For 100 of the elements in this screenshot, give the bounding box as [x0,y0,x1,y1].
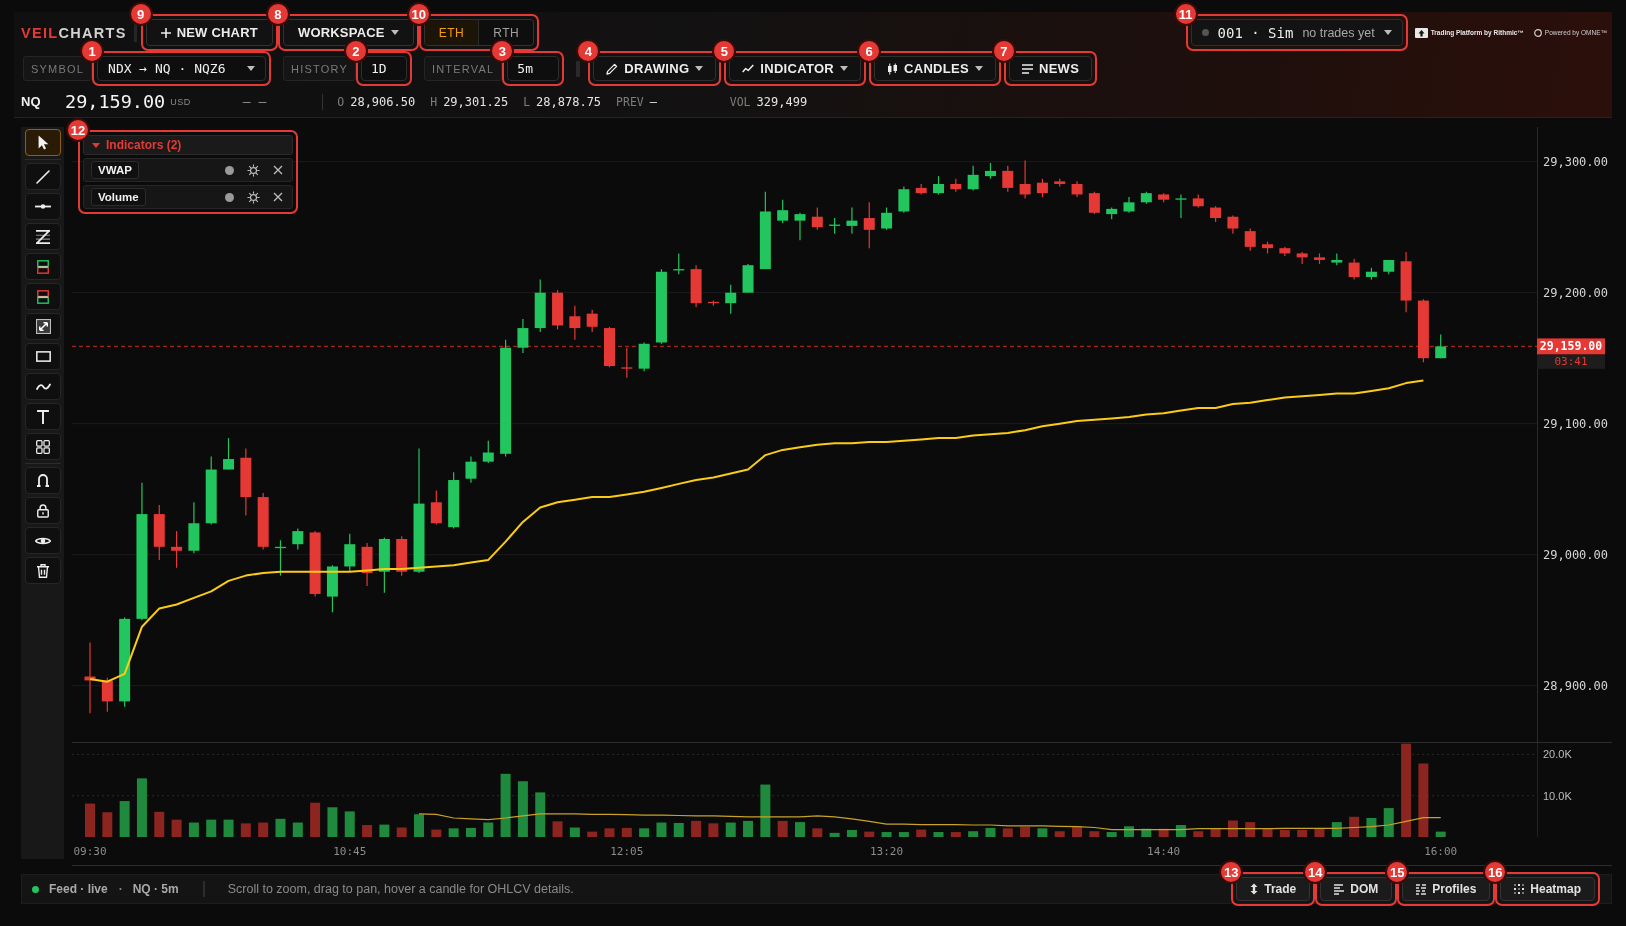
indicators-toggle[interactable]: Indicators (2) [83,135,293,155]
dot-icon[interactable] [225,192,234,202]
candlestick [967,165,979,192]
channel-icon [36,229,50,244]
volume-bar [916,829,927,837]
candlestick [517,318,529,354]
stat-label: L [523,94,531,109]
time-axis-label: 16:00 [1424,844,1458,858]
volume-bar [1210,828,1221,837]
separator-dot: · [118,882,123,896]
volume-bar [1349,816,1360,837]
volume-bar [517,781,528,837]
symbol-dropdown[interactable]: NDX → NQ · NQZ6 [97,56,267,81]
volume-bar [431,829,442,837]
time-axis-label: 12:05 [610,844,644,858]
panel-toggle-button[interactable]: Profiles [1402,877,1491,901]
time-axis-label: 13:20 [870,844,904,858]
panel-toggle-button[interactable]: Trade [1236,877,1311,901]
account-selector[interactable]: 001 · Sim no trades yet [1190,19,1403,46]
candlestick [1348,258,1360,281]
instrument-label: NQ · 5m [132,882,179,896]
panel-toggle-button[interactable]: DOM [1320,877,1393,901]
last-price: 29,159.00 [65,91,166,112]
stat-label: H [430,94,438,109]
tool-button[interactable] [25,403,61,430]
tool-button[interactable] [25,163,61,190]
magnet-icon [37,474,49,487]
history-field[interactable]: 1D [360,56,407,81]
workspace-button[interactable]: WORKSPACE [282,19,414,46]
bars-icon [1334,883,1345,895]
tool-button[interactable] [25,467,61,494]
tool-button[interactable] [25,557,61,584]
close-icon[interactable] [273,165,283,175]
price-axis-label: 29,300.00 [1543,154,1609,169]
menu-button[interactable]: CANDLES [874,56,996,81]
menu-button[interactable]: INDICATOR [729,56,861,81]
indicator-label: VWAP [91,161,139,179]
callout-badge: 10 [406,2,431,26]
menu-button[interactable]: DRAWING [593,56,717,81]
tool-button[interactable] [25,497,61,524]
tool-button[interactable] [25,343,61,370]
candlestick [1088,191,1100,215]
candlestick [586,309,598,333]
tool-button[interactable] [25,283,61,310]
volume-bar [206,819,217,837]
tool-button[interactable] [25,193,61,220]
candlestick [1036,178,1048,198]
volume-bar [1193,831,1204,837]
time-axis-label: 10:45 [333,844,367,858]
volume-bar [396,827,407,837]
tool-button[interactable] [25,129,61,156]
volume-bar [673,822,684,837]
menu-button[interactable]: NEWS [1008,56,1093,81]
tool-button[interactable] [25,527,61,554]
volume-bar [414,814,424,837]
field-label: SYMBOL [23,56,93,81]
candlestick [569,305,581,341]
tool-button[interactable] [25,253,61,280]
volume-bar [1331,822,1342,837]
field-label: HISTORY [283,56,356,81]
candlestick [777,199,789,224]
session-option[interactable]: ETH [424,20,479,45]
volume-bar [1002,828,1013,837]
volume-bar [292,822,303,837]
volume-bar [1141,828,1152,837]
new-chart-button[interactable]: NEW CHART [145,19,273,46]
candlestick [811,206,823,231]
interval-field[interactable]: 5m [507,56,560,81]
volume-bar [344,811,355,837]
tool-button[interactable] [25,433,61,460]
volume-bar [379,824,390,837]
candlestick [171,530,183,569]
dot-icon[interactable] [225,165,234,175]
settings-icon[interactable] [247,190,260,204]
volume-bar [743,820,754,837]
candlestick [1175,193,1187,219]
stat-value: 329,499 [756,94,809,109]
stat-label: PREV [616,94,644,109]
volume-bar [362,825,373,837]
candlestick [482,440,494,464]
callout-badge: 8 [265,2,290,26]
volume-bar [898,832,909,837]
callout-badge: 4 [576,39,601,63]
volume-bar [188,822,199,837]
settings-icon[interactable] [247,163,260,177]
candles-icon [887,62,898,75]
callout-badge: 5 [712,39,737,63]
candlestick [898,186,910,214]
tool-button[interactable] [25,313,61,340]
tool-button[interactable] [25,373,61,400]
plus-icon [160,27,171,38]
close-icon[interactable] [273,192,283,202]
candlestick [794,212,806,241]
time-axis-label: 09:30 [73,844,107,858]
volume-bar [604,828,615,837]
panel-toggle-button[interactable]: Heatmap [1500,877,1595,901]
caret-icon [390,30,399,35]
horizontal-line-icon [35,204,51,209]
volume-axis-label: 20.0K [1543,748,1572,761]
tool-button[interactable] [25,223,61,250]
